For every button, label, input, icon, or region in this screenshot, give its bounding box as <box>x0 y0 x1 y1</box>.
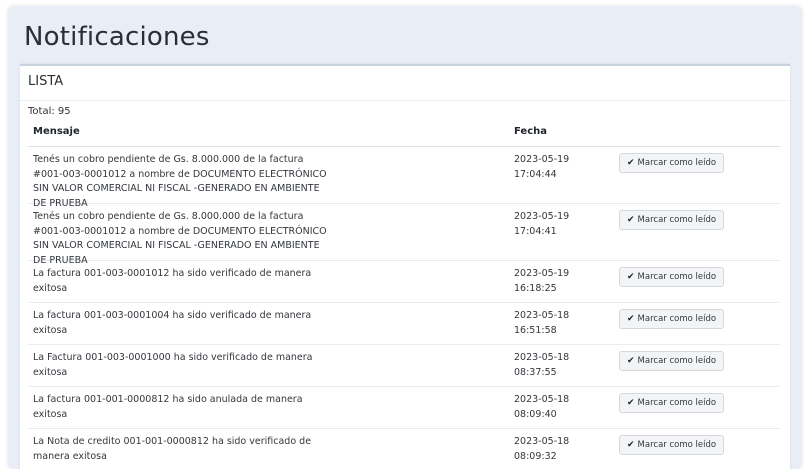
date-value: 2023-05-18 <box>514 352 570 363</box>
column-header-message: Mensaje <box>33 126 80 137</box>
notification-date: 2023-05-18 08:37:55 <box>514 351 584 380</box>
time-value: 16:18:25 <box>514 282 557 294</box>
mark-as-read-button[interactable]: ✔ Marcar como leído <box>619 153 725 173</box>
table-row: La factura 001-003-0001004 ha sido verif… <box>28 303 780 345</box>
notification-date: 2023-05-18 08:09:32 <box>514 435 584 464</box>
mark-as-read-label: Marcar como leído <box>637 272 717 282</box>
table-row: Tenés un cobro pendiente de Gs. 8.000.00… <box>28 204 780 266</box>
mark-as-read-button[interactable]: ✔ Marcar como leído <box>619 309 725 329</box>
card-header: LISTA <box>28 74 64 89</box>
notification-message: Tenés un cobro pendiente de Gs. 8.000.00… <box>33 211 327 266</box>
notification-message: La Nota de credito 001-001-0000812 ha si… <box>33 436 312 462</box>
notifications-card: LISTA Total: 95 Mensaje Fecha Tenés un c… <box>20 64 790 469</box>
date-value: 2023-05-19 <box>514 154 570 165</box>
table-header: Mensaje Fecha <box>28 124 780 147</box>
notification-message: Tenés un cobro pendiente de Gs. 8.000.00… <box>33 154 327 209</box>
notification-date: 2023-05-19 16:18:25 <box>514 267 584 296</box>
notification-date: 2023-05-19 17:04:41 <box>514 210 584 239</box>
notification-message: La factura 001-003-0001004 ha sido verif… <box>33 310 312 336</box>
mark-as-read-label: Marcar como leído <box>637 440 717 450</box>
time-value: 08:09:40 <box>514 408 557 420</box>
check-icon: ✔ <box>627 271 635 282</box>
time-value: 17:04:44 <box>514 168 557 180</box>
check-icon: ✔ <box>627 313 635 324</box>
mark-as-read-button[interactable]: ✔ Marcar como leído <box>619 351 725 371</box>
date-value: 2023-05-18 <box>514 394 570 405</box>
mark-as-read-label: Marcar como leído <box>637 356 717 366</box>
mark-as-read-label: Marcar como leído <box>637 398 717 408</box>
time-value: 08:09:32 <box>514 450 557 462</box>
notification-date: 2023-05-19 17:04:44 <box>514 153 584 182</box>
notification-date: 2023-05-18 16:51:58 <box>514 309 584 338</box>
page-title: Notificaciones <box>24 22 210 52</box>
table-row: La factura 001-001-0000812 ha sido anula… <box>28 387 780 429</box>
check-icon: ✔ <box>627 397 635 408</box>
time-value: 17:04:41 <box>514 225 557 237</box>
mark-as-read-label: Marcar como leído <box>637 314 717 324</box>
card-divider <box>20 100 790 101</box>
total-count: Total: 95 <box>28 106 71 117</box>
check-icon: ✔ <box>627 214 635 225</box>
mark-as-read-button[interactable]: ✔ Marcar como leído <box>619 435 725 455</box>
column-header-date: Fecha <box>514 126 548 137</box>
table-row: La Nota de credito 001-001-0000812 ha si… <box>28 429 780 469</box>
mark-as-read-button[interactable]: ✔ Marcar como leído <box>619 393 725 413</box>
date-value: 2023-05-19 <box>514 211 570 222</box>
notification-message: La factura 001-001-0000812 ha sido anula… <box>33 394 303 420</box>
notifications-table: Mensaje Fecha Tenés un cobro pendiente d… <box>28 124 780 469</box>
mark-as-read-label: Marcar como leído <box>637 215 717 225</box>
date-value: 2023-05-18 <box>514 436 570 447</box>
date-value: 2023-05-19 <box>514 268 570 279</box>
check-icon: ✔ <box>627 439 635 450</box>
notification-message: La factura 001-003-0001012 ha sido verif… <box>33 268 312 294</box>
time-value: 08:37:55 <box>514 366 557 378</box>
notification-date: 2023-05-18 08:09:40 <box>514 393 584 422</box>
table-row: La factura 001-003-0001012 ha sido verif… <box>28 261 780 303</box>
app-frame: Notificaciones LISTA Total: 95 Mensaje F… <box>8 6 802 469</box>
time-value: 16:51:58 <box>514 324 557 336</box>
mark-as-read-label: Marcar como leído <box>637 158 717 168</box>
check-icon: ✔ <box>627 157 635 168</box>
mark-as-read-button[interactable]: ✔ Marcar como leído <box>619 210 725 230</box>
table-row: La Factura 001-003-0001000 ha sido verif… <box>28 345 780 387</box>
date-value: 2023-05-18 <box>514 310 570 321</box>
mark-as-read-button[interactable]: ✔ Marcar como leído <box>619 267 725 287</box>
notification-message: La Factura 001-003-0001000 ha sido verif… <box>33 352 313 378</box>
check-icon: ✔ <box>627 355 635 366</box>
table-row: Tenés un cobro pendiente de Gs. 8.000.00… <box>28 147 780 209</box>
